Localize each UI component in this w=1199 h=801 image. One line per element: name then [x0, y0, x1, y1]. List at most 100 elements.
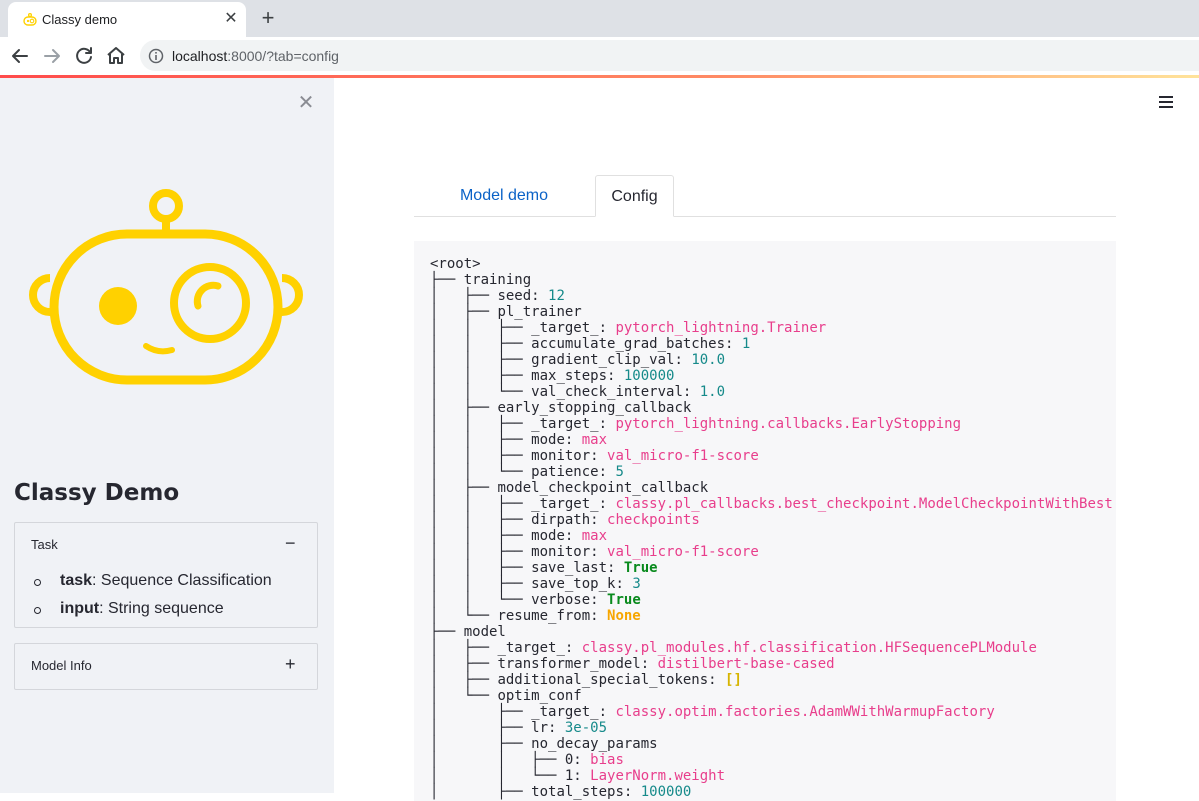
config-value: max: [581, 528, 608, 544]
config-key: monitor: [531, 544, 591, 560]
config-value: classy.pl_modules.hf.classification.HFSe…: [581, 640, 1037, 656]
config-line: │ ├── pl_trainer: [430, 304, 1113, 320]
config-line: │ │ ├── _target_: pytorch_lightning.Trai…: [430, 320, 1113, 336]
tree-prefix: │ │ └──: [430, 384, 532, 400]
tree-prefix: │ │ ├──: [430, 512, 532, 528]
home-icon[interactable]: [104, 44, 128, 68]
config-value: 3: [632, 576, 641, 592]
config-line: │ │ ├── mode: max: [430, 432, 1113, 448]
tree-prefix: │ │ └──: [430, 768, 565, 784]
config-key: _target_: [531, 704, 599, 720]
back-arrow-icon[interactable]: [8, 44, 32, 68]
config-key: additional_special_tokens: [497, 672, 709, 688]
tree-prefix: <root>: [430, 256, 481, 272]
config-key: lr: [531, 720, 549, 736]
close-sidebar-icon[interactable]: ✕: [296, 93, 316, 113]
task-expander-header[interactable]: Task −: [15, 523, 317, 565]
info-icon[interactable]: [148, 48, 164, 64]
url-host: localhost: [172, 48, 228, 64]
config-line: │ │ ├── 0: bias: [430, 752, 1113, 768]
config-value: pytorch_lightning.Trainer: [615, 320, 827, 336]
config-key: _target_: [531, 320, 599, 336]
list-item: task: Sequence Classification: [15, 567, 317, 595]
config-line: │ ├── _target_: classy.pl_modules.hf.cla…: [430, 640, 1113, 656]
config-line: │ ├── transformer_model: distilbert-base…: [430, 656, 1113, 672]
config-key: mode: [531, 528, 565, 544]
tree-prefix: │ ├──: [430, 400, 498, 416]
config-key: verbose: [531, 592, 591, 608]
config-separator: :: [590, 608, 608, 624]
tab-model-demo[interactable]: Model demo: [414, 175, 594, 217]
config-line: │ │ └── val_check_interval: 1.0: [430, 384, 1113, 400]
config-key: resume_from: [497, 608, 591, 624]
tree-prefix: │ │ ├──: [430, 320, 532, 336]
config-separator: :: [590, 512, 608, 528]
config-value: 100000: [623, 368, 675, 384]
close-tab-icon[interactable]: ✕: [222, 10, 240, 28]
config-line: │ │ ├── save_top_k: 3: [430, 576, 1113, 592]
config-separator: :: [598, 320, 616, 336]
config-line: │ │ ├── save_last: True: [430, 560, 1113, 576]
task-info-list: task: Sequence Classification input: Str…: [15, 565, 317, 629]
config-tree: <root> ├── training │ ├── seed: 12 │ ├── pl…: [430, 256, 1113, 800]
tree-prefix: ├──: [430, 272, 464, 288]
config-separator: :: [573, 752, 591, 768]
main-tabs: Model demo Config: [414, 175, 1116, 217]
config-value: True: [607, 592, 641, 608]
config-line: │ │ ├── _target_: pytorch_lightning.call…: [430, 416, 1113, 432]
config-line: <root>: [430, 256, 1113, 272]
config-line: │ │ ├── dirpath: checkpoints: [430, 512, 1113, 528]
tree-prefix: │ │ ├──: [430, 752, 565, 768]
collapse-icon[interactable]: −: [285, 533, 296, 554]
config-key: early_stopping_callback: [497, 400, 692, 416]
config-value: 12: [548, 288, 565, 304]
browser-tab[interactable]: Classy demo ✕: [8, 2, 246, 37]
config-value: LayerNorm.weight: [590, 768, 726, 784]
reload-icon[interactable]: [72, 44, 96, 68]
config-value: classy.pl_callbacks.best_checkpoint.Mode…: [615, 496, 1113, 512]
new-tab-button[interactable]: +: [257, 6, 279, 30]
item-value: : String sequence: [99, 600, 224, 617]
config-line: │ │ ├── gradient_clip_val: 10.0: [430, 352, 1113, 368]
address-bar[interactable]: localhost:8000/?tab=config: [140, 40, 1199, 71]
hamburger-menu-icon[interactable]: [1159, 96, 1173, 110]
config-line: │ ├── early_stopping_callback: [430, 400, 1113, 416]
robot-logo: [29, 189, 303, 385]
config-key: gradient_clip_val: [531, 352, 675, 368]
config-separator: :: [590, 544, 608, 560]
url-text: localhost:8000/?tab=config: [172, 48, 339, 64]
tree-prefix: │ ├──: [430, 656, 498, 672]
config-key: pl_trainer: [497, 304, 582, 320]
config-value: 100000: [640, 784, 692, 800]
tree-prefix: │ ├──: [430, 672, 498, 688]
tree-prefix: │ │ ├──: [430, 368, 532, 384]
expand-icon[interactable]: +: [285, 654, 296, 675]
tree-prefix: │ │ ├──: [430, 496, 532, 512]
config-line: │ │ └── 1: LayerNorm.weight: [430, 768, 1113, 784]
config-key: max_steps: [531, 368, 608, 384]
tree-prefix: │ ├──: [430, 704, 532, 720]
config-key: model_checkpoint_callback: [497, 480, 709, 496]
robot-favicon-icon: [23, 13, 37, 26]
config-separator: :: [564, 640, 582, 656]
tree-prefix: │ ├──: [430, 784, 532, 800]
item-key: task: [60, 572, 93, 589]
tree-prefix: │ ├──: [430, 304, 498, 320]
tab-title: Classy demo: [42, 12, 118, 27]
item-value: : Sequence Classification: [92, 572, 272, 589]
tree-prefix: │ ├──: [430, 480, 498, 496]
forward-arrow-icon[interactable]: [40, 44, 64, 68]
config-value: []: [725, 672, 742, 688]
config-separator: :: [598, 464, 616, 480]
config-value: bias: [590, 752, 624, 768]
config-separator: :: [573, 768, 591, 784]
browser-tabstrip: Classy demo ✕ +: [0, 0, 1199, 37]
model-info-expander-header[interactable]: Model Info +: [15, 644, 317, 686]
config-separator: :: [590, 448, 608, 464]
config-line: │ ├── additional_special_tokens: []: [430, 672, 1113, 688]
tab-config[interactable]: Config: [595, 175, 674, 217]
config-separator: :: [674, 352, 692, 368]
config-line: │ ├── model_checkpoint_callback: [430, 480, 1113, 496]
config-code-block: <root> ├── training │ ├── seed: 12 │ ├── pl…: [414, 241, 1116, 801]
config-value: 1.0: [699, 384, 726, 400]
